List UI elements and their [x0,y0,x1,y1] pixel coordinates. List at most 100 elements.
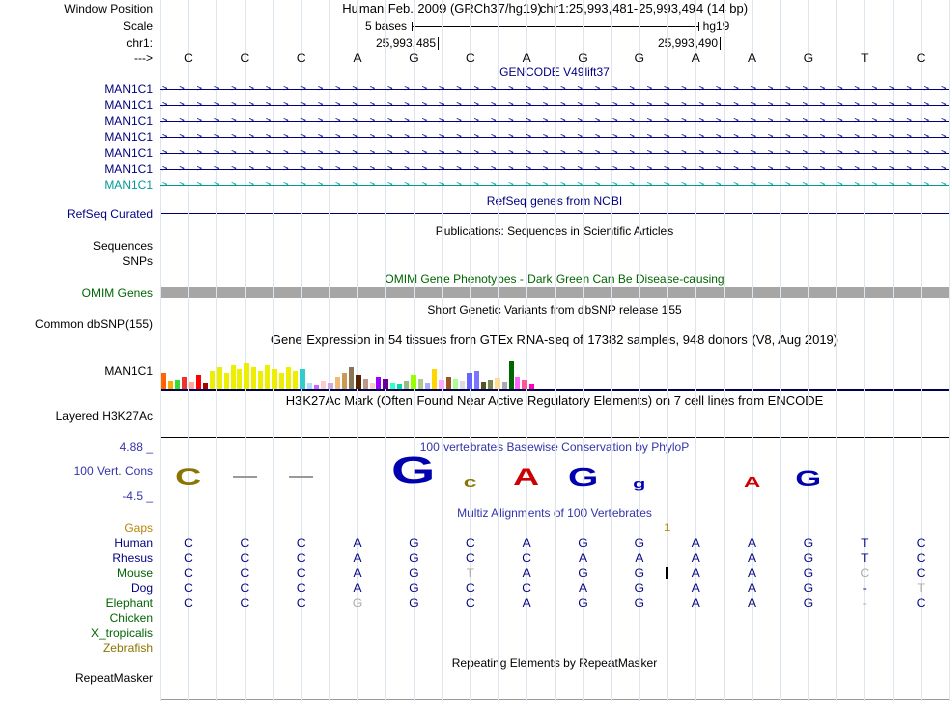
align-base: T [466,566,474,580]
refseq-curated-label[interactable]: RefSeq Curated [0,207,153,221]
gtex-bar [327,383,333,389]
snps-label[interactable]: SNPs [0,254,153,268]
vert-cons-label[interactable]: 100 Vert. Cons [0,464,153,478]
gene-row[interactable]: > > > > > > > > > > > > > > > > > > > > > > > > > > > > > > > > > > > > > > > >… [160,83,949,95]
species-label[interactable]: Chicken [0,611,153,625]
gene-label[interactable]: MAN1C1 [0,178,153,192]
species-label[interactable]: Zebrafish [0,641,153,655]
gtex-bar [355,375,361,389]
gtex-bar [369,383,375,389]
strand-arrows: > > > > > > > > > > > > > > > > > > > > > > > > > > > > > > > > > > > > > > > >… [162,148,947,158]
align-base: T [861,551,869,565]
species-label[interactable]: X_tropicalis [0,626,153,640]
repeatmasker-label[interactable]: RepeatMasker [0,671,153,685]
coord-right: 25,993,490 [657,36,718,50]
align-base: C [240,536,250,550]
species-label[interactable]: Rhesus [0,551,153,565]
align-base: G [803,551,814,565]
ruler-base: T [861,51,869,65]
chrom-label: chr1: [126,36,153,50]
common-dbsnp-label[interactable]: Common dbSNP(155) [0,317,153,331]
align-base: G [634,566,645,580]
gene-row[interactable]: > > > > > > > > > > > > > > > > > > > > > > > > > > > > > > > > > > > > > > > >… [160,99,949,111]
gtex-bar [188,382,194,389]
align-base: - [862,596,867,610]
ruler-base: C [296,51,306,65]
gene-label[interactable]: MAN1C1 [0,146,153,160]
align-base: C [184,551,193,565]
gtex-bar [390,383,396,389]
gene-label[interactable]: MAN1C1 [0,98,153,112]
ruler-base: C [465,51,475,65]
gene-label[interactable]: MAN1C1 [0,114,153,128]
ruler-base: A [748,51,757,65]
species-label[interactable]: Elephant [0,596,153,610]
assembly-short-label: hg19 [702,19,730,33]
gap-count: 1 [664,522,671,534]
cons-letter: G [795,466,821,491]
gtex-gene-label[interactable]: MAN1C1 [0,364,153,378]
align-base: A [522,596,531,610]
gtex-bar [508,361,514,389]
gene-label[interactable]: MAN1C1 [0,82,153,96]
gtex-bar [418,379,424,389]
gtex-bar [439,380,444,389]
align-base: G [634,581,645,595]
gene-row[interactable]: > > > > > > > > > > > > > > > > > > > > > > > > > > > > > > > > > > > > > > > >… [160,179,949,191]
align-base: A [522,536,531,550]
gaps-label[interactable]: Gaps [0,521,153,535]
genome-browser-image: Window Position Human Feb. 2009 (GRCh37/… [0,0,950,701]
align-base: C [465,596,475,610]
gtex-bar [459,381,465,389]
gtex-bar [300,369,305,389]
align-base: C [184,566,193,580]
gtex-bar [320,381,326,389]
align-base: A [748,536,757,550]
gtex-bar [445,377,451,389]
gtex-bar [230,365,236,389]
align-base: G [803,596,814,610]
align-base: G [409,566,419,580]
align-base: G [409,551,419,565]
align-base: A [748,581,757,595]
align-base: G [409,581,419,595]
gene-row[interactable]: > > > > > > > > > > > > > > > > > > > > > > > > > > > > > > > > > > > > > > > >… [160,163,949,175]
align-base: C [465,536,475,550]
align-base: A [691,551,700,565]
strand-arrows: > > > > > > > > > > > > > > > > > > > > > > > > > > > > > > > > > > > > > > > >… [162,100,947,110]
gene-row[interactable]: > > > > > > > > > > > > > > > > > > > > > > > > > > > > > > > > > > > > > > > >… [160,115,949,127]
phylop-min-label: -4.5 _ [122,489,153,503]
align-base: T [917,581,925,595]
gene-row[interactable]: > > > > > > > > > > > > > > > > > > > > > > > > > > > > > > > > > > > > > > > >… [160,147,949,159]
gtex-bar [195,375,201,389]
omim-genes-label[interactable]: OMIM Genes [0,286,153,300]
strand-arrows: > > > > > > > > > > > > > > > > > > > > > > > > > > > > > > > > > > > > > > > >… [162,132,947,142]
align-base: A [353,566,362,580]
sequences-label[interactable]: Sequences [0,239,153,253]
species-label[interactable]: Human [0,536,153,550]
ruler-base: G [578,51,588,65]
gtex-bar [466,373,472,389]
align-base: G [578,536,588,550]
align-base: C [296,566,306,580]
gtex-bar [425,383,431,389]
gtex-bar [167,381,173,389]
cons-letter: g [633,476,645,491]
species-label[interactable]: Mouse [0,566,153,580]
gene-label[interactable]: MAN1C1 [0,130,153,144]
gtex-bar [480,382,486,389]
align-base: C [916,536,926,550]
align-base: G [803,581,814,595]
align-base: G [803,566,814,580]
align-base: G [409,536,419,550]
cons-dash [232,476,257,478]
species-label[interactable]: Dog [0,581,153,595]
align-base: C [296,536,306,550]
gene-label[interactable]: MAN1C1 [0,162,153,176]
gene-row[interactable]: > > > > > > > > > > > > > > > > > > > > > > > > > > > > > > > > > > > > > > > >… [160,131,949,143]
strand-arrows: > > > > > > > > > > > > > > > > > > > > > > > > > > > > > > > > > > > > > > > >… [162,164,947,174]
gtex-bar [501,382,507,389]
gtex-bar [348,367,354,389]
strand-label: ---> [134,51,153,65]
layered-h3k27ac-label[interactable]: Layered H3K27Ac [0,409,153,423]
